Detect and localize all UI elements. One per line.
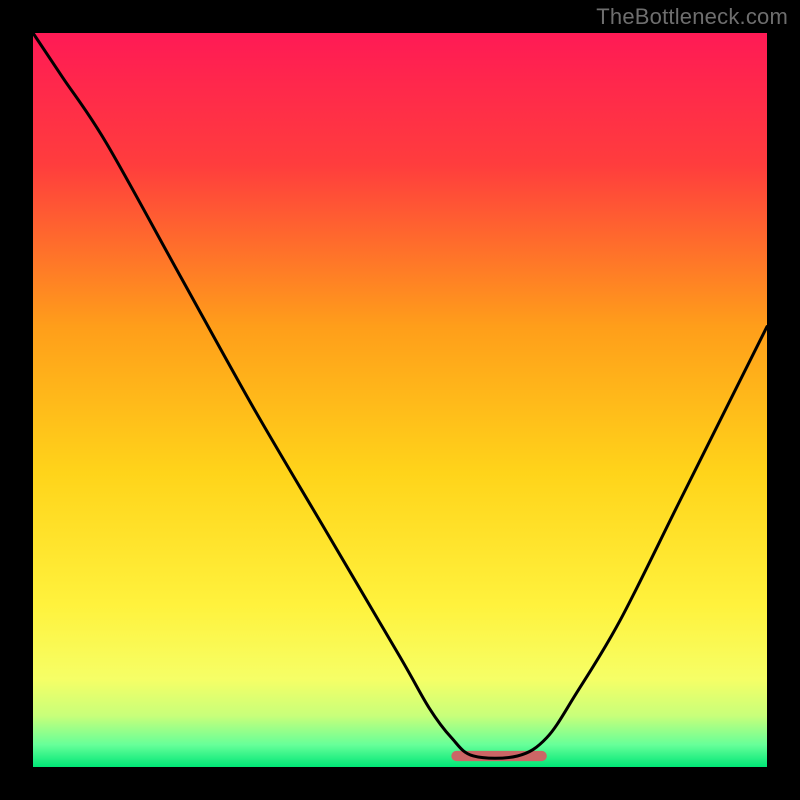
watermark-text: TheBottleneck.com xyxy=(596,4,788,30)
chart-canvas: TheBottleneck.com xyxy=(0,0,800,800)
chart-svg xyxy=(0,0,800,800)
